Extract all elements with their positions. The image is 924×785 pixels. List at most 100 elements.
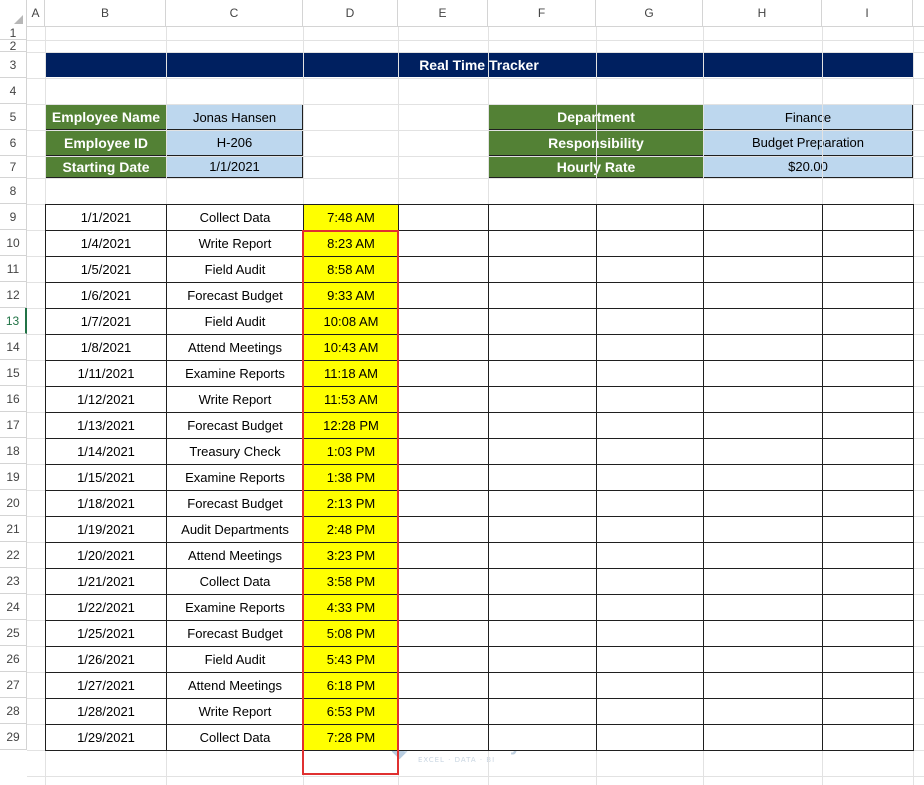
table-cell-work[interactable]: Forecast Budget xyxy=(166,490,304,517)
table-cell-date[interactable]: 1/6/2021 xyxy=(45,282,167,309)
row-header-26[interactable]: 26 xyxy=(0,646,27,672)
table-cell-start[interactable]: 3:23 PM xyxy=(303,542,399,569)
table-cell-date[interactable]: 1/8/2021 xyxy=(45,334,167,361)
table-cell-empty[interactable] xyxy=(488,698,597,725)
row-header-3[interactable]: 3 xyxy=(0,52,27,78)
row-header-25[interactable]: 25 xyxy=(0,620,27,646)
table-cell-empty[interactable] xyxy=(703,516,823,543)
table-cell-work[interactable]: Write Report xyxy=(166,698,304,725)
row-header-4[interactable]: 4 xyxy=(0,78,27,104)
table-cell-empty[interactable] xyxy=(703,542,823,569)
table-cell-start[interactable]: 7:28 PM xyxy=(303,724,399,751)
table-cell-empty[interactable] xyxy=(488,308,597,335)
table-cell-empty[interactable] xyxy=(703,620,823,647)
department-value[interactable]: Finance xyxy=(703,104,913,130)
table-cell-date[interactable]: 1/19/2021 xyxy=(45,516,167,543)
column-header-c[interactable]: C xyxy=(166,0,303,27)
table-cell-empty[interactable] xyxy=(822,672,914,699)
table-cell-start[interactable]: 12:28 PM xyxy=(303,412,399,439)
table-cell-work[interactable]: Examine Reports xyxy=(166,594,304,621)
table-cell-empty[interactable] xyxy=(596,594,704,621)
table-cell-empty[interactable] xyxy=(596,464,704,491)
table-cell-work[interactable]: Attend Meetings xyxy=(166,672,304,699)
row-header-2[interactable]: 2 xyxy=(0,40,27,52)
table-cell-empty[interactable] xyxy=(703,672,823,699)
table-cell-start[interactable]: 2:13 PM xyxy=(303,490,399,517)
spreadsheet-grid[interactable]: ABCDEFGHI Real Time Tracker Employee Nam… xyxy=(0,0,924,785)
table-cell-empty[interactable] xyxy=(822,438,914,465)
table-cell-empty[interactable] xyxy=(822,204,914,231)
column-header-f[interactable]: F xyxy=(488,0,596,27)
employee-name-label[interactable]: Employee Name xyxy=(45,104,167,130)
select-all-corner[interactable] xyxy=(0,0,27,27)
table-cell-work[interactable]: Audit Departments xyxy=(166,516,304,543)
table-cell-empty[interactable] xyxy=(822,334,914,361)
table-cell-empty[interactable] xyxy=(488,568,597,595)
column-header-g[interactable]: G xyxy=(596,0,703,27)
table-cell-start[interactable]: 9:33 AM xyxy=(303,282,399,309)
responsibility-value[interactable]: Budget Preparation xyxy=(703,129,913,156)
employee-id-value[interactable]: H-206 xyxy=(166,129,303,156)
table-cell-work[interactable]: Examine Reports xyxy=(166,360,304,387)
starting-date-label[interactable]: Starting Date xyxy=(45,155,167,178)
table-cell-date[interactable]: 1/22/2021 xyxy=(45,594,167,621)
table-cell-start[interactable]: 10:43 AM xyxy=(303,334,399,361)
table-cell-work[interactable]: Forecast Budget xyxy=(166,620,304,647)
table-cell-empty[interactable] xyxy=(822,490,914,517)
table-cell-empty[interactable] xyxy=(703,464,823,491)
table-cell-empty[interactable] xyxy=(596,620,704,647)
table-cell-empty[interactable] xyxy=(488,256,597,283)
table-cell-empty[interactable] xyxy=(488,360,597,387)
starting-date-value[interactable]: 1/1/2021 xyxy=(166,155,303,178)
table-cell-work[interactable]: Collect Data xyxy=(166,724,304,751)
table-cell-empty[interactable] xyxy=(822,256,914,283)
table-cell-date[interactable]: 1/11/2021 xyxy=(45,360,167,387)
table-cell-date[interactable]: 1/7/2021 xyxy=(45,308,167,335)
table-cell-empty[interactable] xyxy=(398,412,489,439)
table-cell-empty[interactable] xyxy=(398,282,489,309)
table-cell-date[interactable]: 1/25/2021 xyxy=(45,620,167,647)
table-cell-date[interactable]: 1/15/2021 xyxy=(45,464,167,491)
table-cell-date[interactable]: 1/1/2021 xyxy=(45,204,167,231)
row-header-12[interactable]: 12 xyxy=(0,282,27,308)
table-cell-empty[interactable] xyxy=(703,568,823,595)
table-cell-empty[interactable] xyxy=(703,386,823,413)
table-cell-empty[interactable] xyxy=(596,360,704,387)
table-cell-empty[interactable] xyxy=(703,256,823,283)
row-header-19[interactable]: 19 xyxy=(0,464,27,490)
column-header-a[interactable]: A xyxy=(27,0,45,27)
table-cell-empty[interactable] xyxy=(398,308,489,335)
table-cell-date[interactable]: 1/4/2021 xyxy=(45,230,167,257)
table-cell-work[interactable]: Attend Meetings xyxy=(166,334,304,361)
table-cell-empty[interactable] xyxy=(488,490,597,517)
table-cell-empty[interactable] xyxy=(398,256,489,283)
table-cell-empty[interactable] xyxy=(703,698,823,725)
table-cell-empty[interactable] xyxy=(596,490,704,517)
table-cell-date[interactable]: 1/12/2021 xyxy=(45,386,167,413)
table-cell-empty[interactable] xyxy=(596,568,704,595)
table-cell-empty[interactable] xyxy=(398,698,489,725)
column-header-e[interactable]: E xyxy=(398,0,488,27)
table-cell-work[interactable]: Field Audit xyxy=(166,308,304,335)
table-cell-start[interactable]: 8:58 AM xyxy=(303,256,399,283)
table-cell-empty[interactable] xyxy=(822,568,914,595)
table-cell-empty[interactable] xyxy=(703,646,823,673)
table-cell-empty[interactable] xyxy=(703,724,823,751)
table-cell-date[interactable]: 1/21/2021 xyxy=(45,568,167,595)
table-cell-empty[interactable] xyxy=(398,516,489,543)
table-cell-empty[interactable] xyxy=(398,230,489,257)
table-cell-empty[interactable] xyxy=(398,386,489,413)
table-cell-work[interactable]: Attend Meetings xyxy=(166,542,304,569)
row-header-15[interactable]: 15 xyxy=(0,360,27,386)
row-header-27[interactable]: 27 xyxy=(0,672,27,698)
table-cell-empty[interactable] xyxy=(488,542,597,569)
table-cell-empty[interactable] xyxy=(703,594,823,621)
table-cell-empty[interactable] xyxy=(596,334,704,361)
table-cell-empty[interactable] xyxy=(703,360,823,387)
table-cell-empty[interactable] xyxy=(398,542,489,569)
row-header-9[interactable]: 9 xyxy=(0,204,27,230)
table-cell-empty[interactable] xyxy=(822,698,914,725)
hourly-rate-value[interactable]: $20.00 xyxy=(703,155,913,178)
table-cell-date[interactable]: 1/13/2021 xyxy=(45,412,167,439)
table-cell-empty[interactable] xyxy=(488,230,597,257)
